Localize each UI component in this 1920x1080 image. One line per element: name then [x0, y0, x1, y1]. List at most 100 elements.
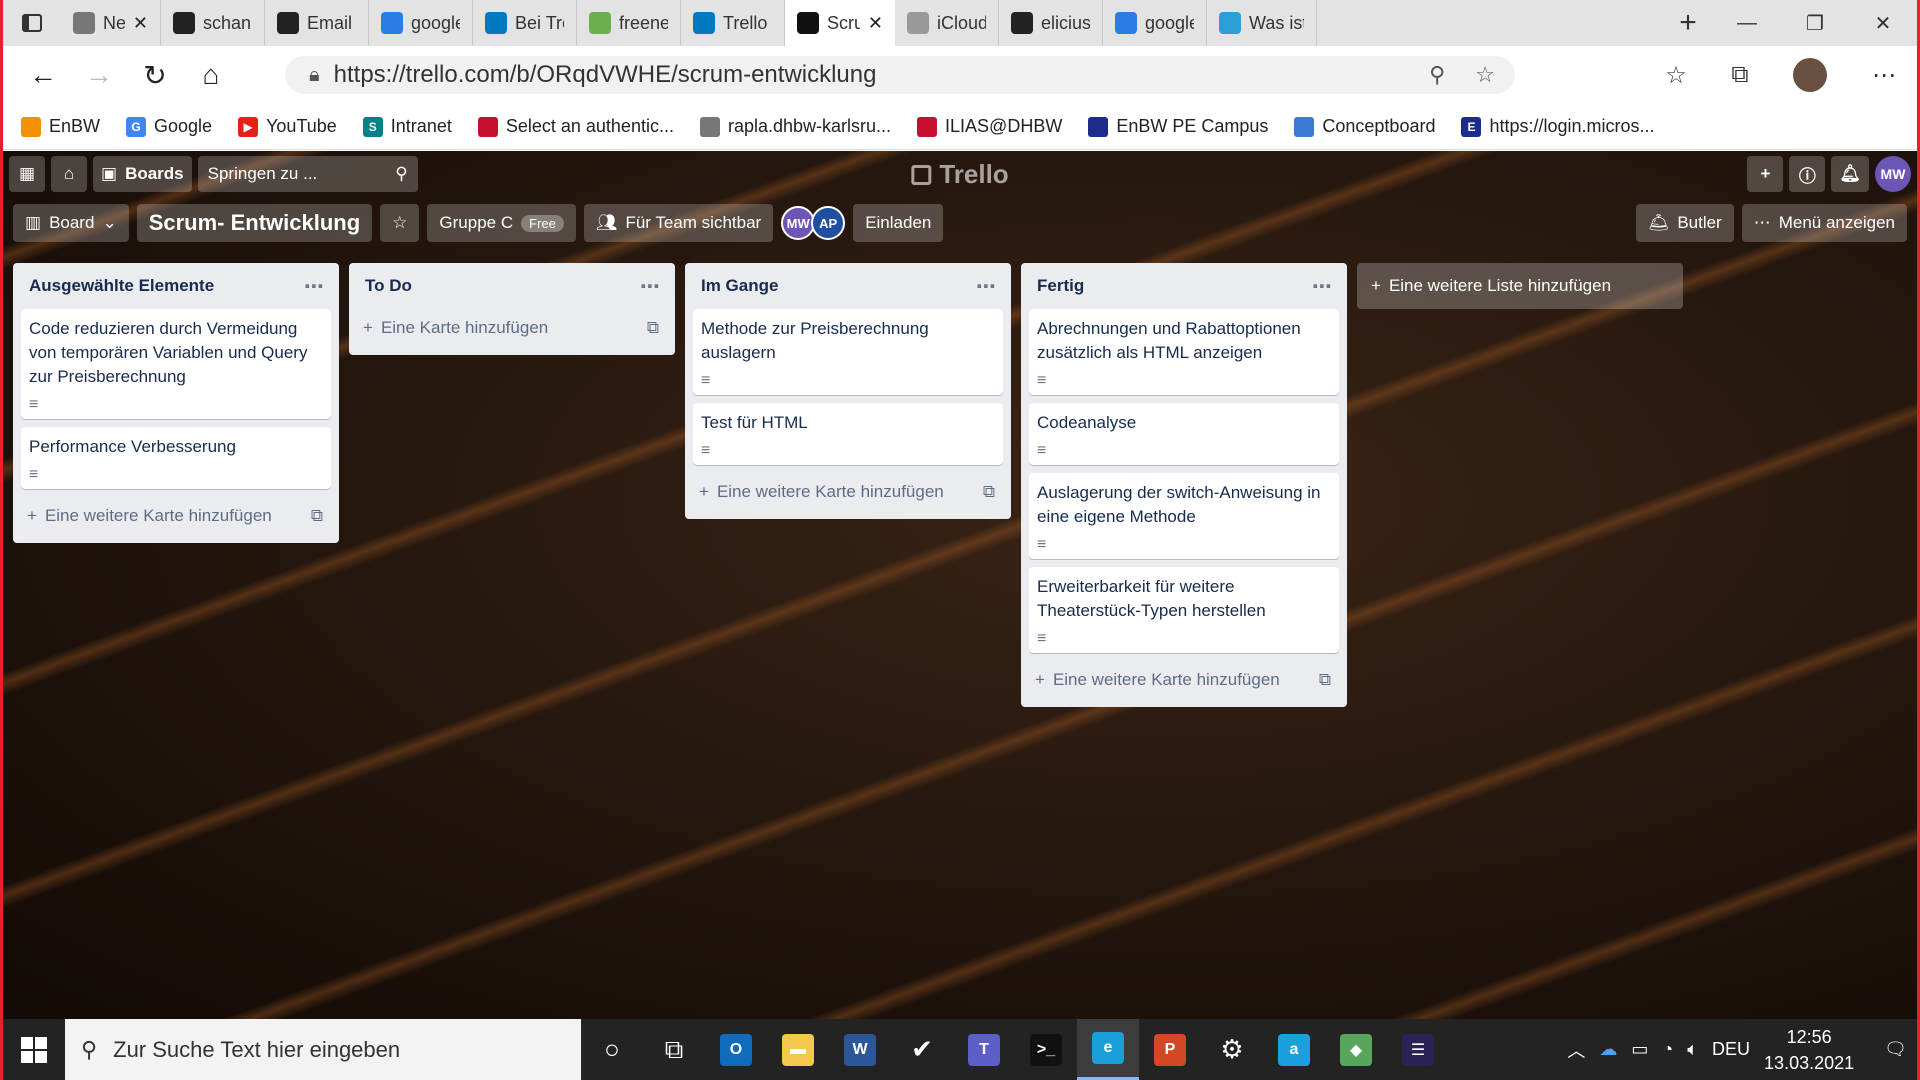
trello-logo[interactable]: Trello: [911, 159, 1009, 190]
tab-3[interactable]: Email se: [265, 0, 369, 46]
taskbar-app-terminal[interactable]: >_: [1015, 1019, 1077, 1080]
taskbar-app-outlook[interactable]: O: [705, 1019, 767, 1080]
list-title[interactable]: To Do: [365, 276, 412, 296]
member-avatar[interactable]: AP: [811, 206, 846, 240]
taskbar-app-powerpoint[interactable]: P: [1139, 1019, 1201, 1080]
tab-9[interactable]: iCloud: [895, 0, 999, 46]
new-tab-button[interactable]: +: [1663, 0, 1713, 46]
star-board-button[interactable]: ☆: [380, 204, 420, 242]
add-card-button[interactable]: + Eine weitere Karte hinzufügen ⧉: [1029, 661, 1339, 699]
tab-1[interactable]: Neu ✕: [61, 0, 161, 46]
taskbar-app-git[interactable]: ◆: [1325, 1019, 1387, 1080]
card[interactable]: Methode zur Preisberechnung auslagern ≡: [693, 309, 1003, 395]
card[interactable]: Performance Verbesserung ≡: [21, 427, 331, 489]
list-title[interactable]: Im Gange: [701, 276, 778, 296]
list-menu-icon[interactable]: ⋯: [304, 274, 325, 299]
notifications-icon[interactable]: 🗨︎: [1884, 1039, 1907, 1060]
add-favorite-icon[interactable]: ☆: [1475, 62, 1495, 88]
member-avatar[interactable]: MW: [781, 206, 816, 240]
bookmark-5[interactable]: Select an authentic...: [477, 116, 674, 137]
favorites-button[interactable]: ☆: [1651, 46, 1701, 104]
board-title[interactable]: Scrum- Entwicklung: [136, 204, 373, 242]
tab-6[interactable]: freenet M: [577, 0, 681, 46]
reload-button[interactable]: ↻: [127, 46, 183, 104]
bookmark-2[interactable]: G Google: [126, 116, 212, 137]
settings-menu-button[interactable]: ⋯: [1859, 46, 1909, 104]
close-window-button[interactable]: ✕: [1849, 0, 1917, 46]
close-tab-icon[interactable]: ✕: [868, 13, 883, 34]
zoom-icon[interactable]: ⚲: [1429, 62, 1445, 88]
tab-12[interactable]: Was ist d: [1207, 0, 1317, 46]
butler-button[interactable]: 🛎︎ Butler: [1635, 204, 1734, 242]
tab-10[interactable]: elicius-a: [999, 0, 1103, 46]
tab-2[interactable]: schanne: [161, 0, 265, 46]
bookmark-7[interactable]: ILIAS@DHBW: [917, 116, 1062, 137]
bookmark-6[interactable]: rapla.dhbw-karlsru...: [699, 116, 891, 137]
add-card-button[interactable]: + Eine weitere Karte hinzufügen ⧉: [693, 473, 1003, 511]
show-menu-button[interactable]: ⋯ Menü anzeigen: [1741, 204, 1907, 242]
tab-actions-button[interactable]: [3, 0, 61, 46]
notifications-button[interactable]: 🔔︎: [1831, 156, 1869, 192]
taskbar-app-task-view[interactable]: ⧉: [643, 1019, 705, 1080]
address-field[interactable]: 🔒︎ https://trello.com/b/ORqdVWHE/scrum-e…: [285, 56, 1515, 94]
card-template-icon[interactable]: ⧉: [983, 482, 995, 502]
profile-avatar[interactable]: [1793, 58, 1827, 92]
wifi-icon[interactable]: ◔: [1662, 1039, 1673, 1060]
taskbar-app-teams[interactable]: T: [953, 1019, 1015, 1080]
minimize-button[interactable]: —: [1713, 0, 1781, 46]
user-avatar[interactable]: MW: [1875, 156, 1911, 192]
bookmark-4[interactable]: S Intranet: [362, 116, 452, 137]
add-list-button[interactable]: + Eine weitere Liste hinzufügen: [1357, 263, 1683, 309]
home-button[interactable]: ⌂: [183, 46, 239, 104]
collections-button[interactable]: ⧉: [1715, 46, 1765, 104]
card[interactable]: Abrechnungen und Rabattoptionen zusätzli…: [1029, 309, 1339, 395]
card-template-icon[interactable]: ⧉: [1319, 670, 1331, 690]
jump-search-input[interactable]: Springen zu ... ⚲: [197, 156, 418, 192]
taskbar-app-file-explorer[interactable]: ▬: [767, 1019, 829, 1080]
add-card-button[interactable]: + Eine weitere Karte hinzufügen ⧉: [21, 497, 331, 535]
list-menu-icon[interactable]: ⋯: [1312, 274, 1333, 299]
card[interactable]: Code reduzieren durch Vermeidung von tem…: [21, 309, 331, 419]
tab-7[interactable]: Trello: [681, 0, 785, 46]
taskbar-app-eclipse[interactable]: ☰: [1387, 1019, 1449, 1080]
card[interactable]: Auslagerung der switch-Anweisung in eine…: [1029, 473, 1339, 559]
apps-switcher-button[interactable]: ▦: [9, 156, 45, 192]
back-button[interactable]: ←: [15, 46, 71, 104]
create-button[interactable]: +: [1747, 156, 1784, 192]
list-title[interactable]: Ausgewählte Elemente: [29, 276, 214, 296]
forward-button[interactable]: →: [71, 46, 127, 104]
bookmark-1[interactable]: EnBW: [21, 116, 100, 137]
tab-11[interactable]: google: [1103, 0, 1207, 46]
bookmark-8[interactable]: EnBW PE Campus: [1088, 116, 1268, 137]
clock[interactable]: 12:56 13.03.2021: [1764, 1024, 1854, 1076]
tab-8[interactable]: Scru ✕: [785, 0, 895, 46]
battery-icon[interactable]: ▭: [1631, 1039, 1648, 1060]
taskbar-app-settings[interactable]: ⚙: [1201, 1019, 1263, 1080]
info-button[interactable]: ⓘ: [1789, 156, 1826, 192]
bookmark-9[interactable]: Conceptboard: [1294, 116, 1435, 137]
taskbar-app-ausweis-app[interactable]: a: [1263, 1019, 1325, 1080]
list-title[interactable]: Fertig: [1037, 276, 1084, 296]
boards-button[interactable]: ▣ Boards: [93, 156, 192, 192]
taskbar-app-todo[interactable]: ✔: [891, 1019, 953, 1080]
card-template-icon[interactable]: ⧉: [647, 318, 659, 338]
restore-button[interactable]: ❐: [1781, 0, 1849, 46]
card[interactable]: Test für HTML ≡: [693, 403, 1003, 465]
start-button[interactable]: [3, 1019, 65, 1080]
card[interactable]: Erweiterbarkeit für weitere Theaterstück…: [1029, 567, 1339, 653]
volume-icon[interactable]: 🔈︎: [1687, 1039, 1698, 1060]
taskbar-search[interactable]: ⚲ Zur Suche Text hier eingeben: [65, 1019, 581, 1080]
board-view-switcher[interactable]: ▥ Board ⌄: [13, 204, 129, 242]
list-menu-icon[interactable]: ⋯: [640, 274, 661, 299]
close-tab-icon[interactable]: ✕: [133, 13, 148, 34]
bookmark-10[interactable]: Ehttps://login.micros...: [1461, 116, 1655, 137]
team-button[interactable]: Gruppe C Free: [427, 204, 576, 242]
taskbar-app-cortana[interactable]: ○: [581, 1019, 643, 1080]
language-indicator[interactable]: DEU: [1712, 1039, 1750, 1060]
add-card-button[interactable]: + Eine Karte hinzufügen ⧉: [357, 309, 667, 347]
card[interactable]: Codeanalyse ≡: [1029, 403, 1339, 465]
bookmark-3[interactable]: ▶ YouTube: [238, 116, 337, 137]
home-board-button[interactable]: ⌂: [51, 156, 87, 192]
tray-overflow-icon[interactable]: ︿: [1567, 1037, 1585, 1063]
visibility-button[interactable]: 👥︎ Für Team sichtbar: [583, 204, 774, 242]
